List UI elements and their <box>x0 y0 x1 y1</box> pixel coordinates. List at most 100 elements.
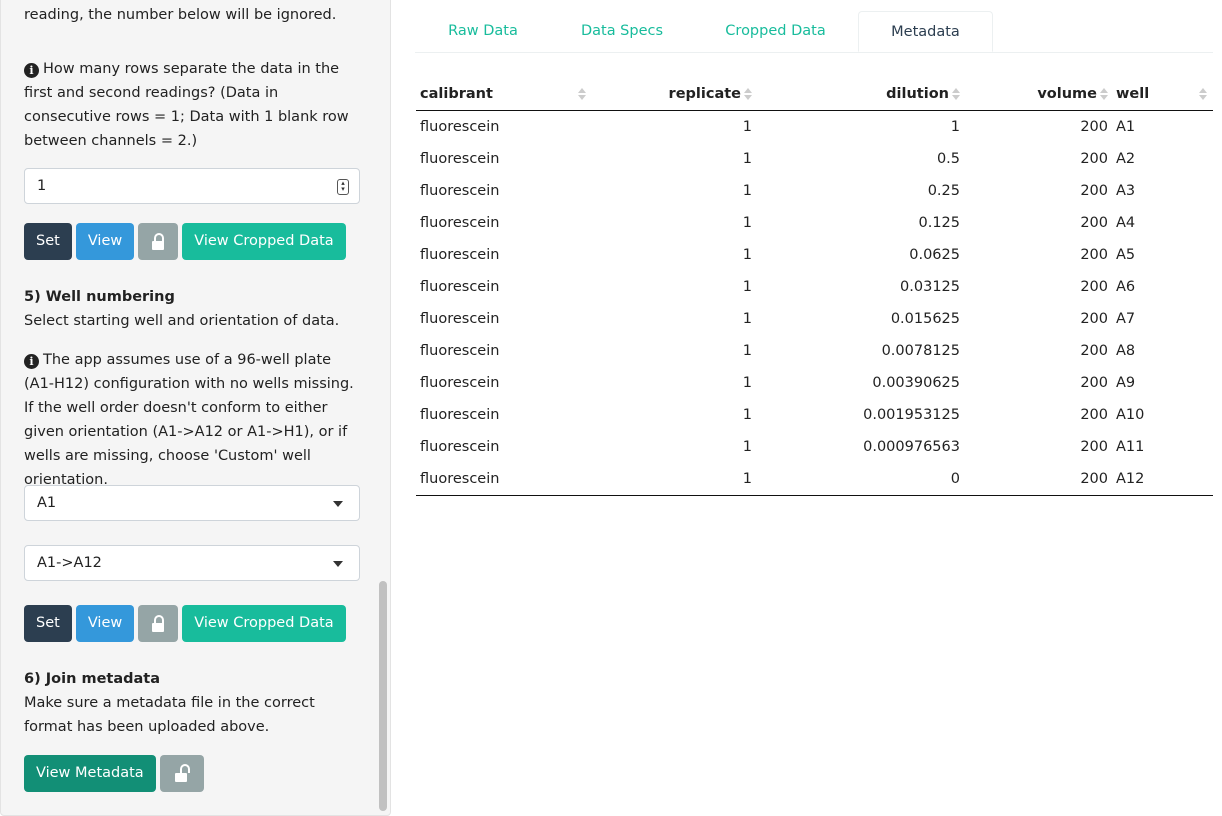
table-cell-calibrant: fluorescein <box>420 119 500 135</box>
table-cell-replicate: 1 <box>742 343 752 359</box>
orientation-select[interactable]: A1->A12 <box>24 545 360 581</box>
well-numbering-description: Select starting well and orientation of … <box>24 313 340 329</box>
tab-data-specs[interactable]: Data Specs <box>551 11 693 52</box>
table-cell-replicate: 1 <box>742 215 752 231</box>
view-button[interactable]: View <box>75 605 135 642</box>
table-cell-dilution: 1 <box>950 119 960 135</box>
view-cropped-data-button[interactable]: View Cropped Data <box>182 223 346 260</box>
view-cropped-data-button[interactable]: View Cropped Data <box>182 605 346 642</box>
table-cell-well: A12 <box>1112 463 1213 496</box>
column-header-volume[interactable]: volume <box>964 78 1112 111</box>
number-spinner-icon[interactable]: ▴ ▾ <box>337 179 349 195</box>
table-cell-replicate: 1 <box>742 407 752 423</box>
tab-bar: Raw Data Data Specs Cropped Data Metadat… <box>415 11 1213 53</box>
table-row: fluorescein 1 0.0625 200 A5 <box>416 239 1213 271</box>
metadata-table: calibrant replicate dilution volume well… <box>416 78 1213 496</box>
tab-metadata[interactable]: Metadata <box>858 11 993 52</box>
table-cell-dilution: 0.0625 <box>909 247 960 263</box>
set-button[interactable]: Set <box>24 605 72 642</box>
well-info: i The app assumes use of a 96-well plate … <box>24 348 364 492</box>
table-row: fluorescein 1 0.001953125 200 A10 <box>416 399 1213 431</box>
table-cell-dilution: 0.0078125 <box>881 343 960 359</box>
reading-note: reading, the number below will be ignore… <box>24 7 337 23</box>
table-cell-calibrant: fluorescein <box>420 439 500 455</box>
table-cell-replicate: 1 <box>592 463 756 496</box>
lock-button[interactable] <box>138 605 179 642</box>
table-row: fluorescein 1 0.5 200 A2 <box>416 143 1213 175</box>
table-cell-well: A6 <box>1116 279 1136 295</box>
set-button[interactable]: Set <box>24 223 72 260</box>
table-cell-dilution: 0.25 <box>927 183 960 199</box>
sidebar-panel: reading, the number below will be ignore… <box>0 0 391 816</box>
table-cell-volume: 200 <box>1080 407 1108 423</box>
table-cell-calibrant: fluorescein <box>420 215 500 231</box>
table-row: fluorescein 1 0.015625 200 A7 <box>416 303 1213 335</box>
table-cell-well: A8 <box>1116 343 1136 359</box>
column-header-calibrant[interactable]: calibrant <box>416 78 592 111</box>
table-row: fluorescein 1 1 200 A1 <box>416 111 1213 144</box>
unlock-icon <box>174 764 190 782</box>
chevron-down-icon <box>333 561 343 567</box>
table-row: fluorescein 1 0.125 200 A4 <box>416 207 1213 239</box>
button-row-3: View Metadata <box>24 755 204 792</box>
table-cell-dilution: 0.5 <box>936 151 960 167</box>
table-cell-volume: 200 <box>1080 119 1108 135</box>
table-body: fluorescein 1 1 200 A1 fluorescein 1 0.5 200 A2 fl… <box>416 111 1213 496</box>
table-cell-volume: 200 <box>1080 279 1108 295</box>
tab-cropped-data[interactable]: Cropped Data <box>693 11 858 52</box>
table-cell-well: A3 <box>1116 183 1136 199</box>
table-cell-calibrant: fluorescein <box>420 247 500 263</box>
table-cell-volume: 200 <box>1080 183 1108 199</box>
table-row: fluorescein 1 0.25 200 A3 <box>416 175 1213 207</box>
table-cell-dilution: 0.125 <box>918 215 960 231</box>
sort-icon <box>952 87 960 101</box>
lock-icon <box>152 233 165 250</box>
table-header-row: calibrant replicate dilution volume well <box>416 78 1213 111</box>
start-well-value: A1 <box>37 495 57 511</box>
table-cell-dilution: 0 <box>756 463 964 496</box>
info-icon: i <box>24 63 39 78</box>
column-header-well[interactable]: well <box>1112 78 1213 111</box>
table-cell-well: A4 <box>1116 215 1136 231</box>
table-cell-well: A1 <box>1116 119 1136 135</box>
view-button[interactable]: View <box>75 223 135 260</box>
lock-button[interactable] <box>138 223 179 260</box>
sidebar-scrollbar[interactable] <box>378 1 388 811</box>
table-cell-volume: 200 <box>964 463 1112 496</box>
table-cell-well: A9 <box>1116 375 1136 391</box>
button-row-2: Set View View Cropped Data <box>24 605 346 642</box>
scrollbar-thumb[interactable] <box>379 581 387 811</box>
rows-question: i How many rows separate the data in the … <box>24 57 364 153</box>
column-header-dilution[interactable]: dilution <box>756 78 964 111</box>
well-info-text: The app assumes use of a 96-well plate (… <box>24 352 354 488</box>
table-cell-calibrant: fluorescein <box>416 463 592 496</box>
table-cell-volume: 200 <box>1080 151 1108 167</box>
view-metadata-button[interactable]: View Metadata <box>24 755 156 792</box>
table-cell-volume: 200 <box>1080 311 1108 327</box>
table-cell-dilution: 0.001953125 <box>863 407 960 423</box>
table-cell-calibrant: fluorescein <box>420 375 500 391</box>
start-well-select[interactable]: A1 <box>24 485 360 521</box>
table-cell-calibrant: fluorescein <box>420 311 500 327</box>
table-cell-replicate: 1 <box>742 183 752 199</box>
rows-separation-value: 1 <box>37 178 47 194</box>
chevron-down-icon <box>333 501 343 507</box>
table-cell-dilution: 0.03125 <box>900 279 960 295</box>
table-row: fluorescein 1 0.0078125 200 A8 <box>416 335 1213 367</box>
table-cell-volume: 200 <box>1080 343 1108 359</box>
unlock-button[interactable] <box>159 755 204 792</box>
table-cell-volume: 200 <box>1080 375 1108 391</box>
tab-raw-data[interactable]: Raw Data <box>415 11 551 52</box>
table-cell-volume: 200 <box>1080 247 1108 263</box>
join-metadata-description: Make sure a metadata file in the correct… <box>24 695 315 735</box>
sort-icon <box>744 87 752 101</box>
table-cell-replicate: 1 <box>742 439 752 455</box>
table-row: fluorescein 1 0.00390625 200 A9 <box>416 367 1213 399</box>
table-cell-dilution: 0.00390625 <box>872 375 960 391</box>
table-cell-well: A7 <box>1116 311 1136 327</box>
sort-icon <box>578 87 586 101</box>
column-header-replicate[interactable]: replicate <box>592 78 756 111</box>
button-row-1: Set View View Cropped Data <box>24 223 346 260</box>
rows-separation-input[interactable]: 1 ▴ ▾ <box>24 168 360 204</box>
orientation-value: A1->A12 <box>37 555 102 571</box>
